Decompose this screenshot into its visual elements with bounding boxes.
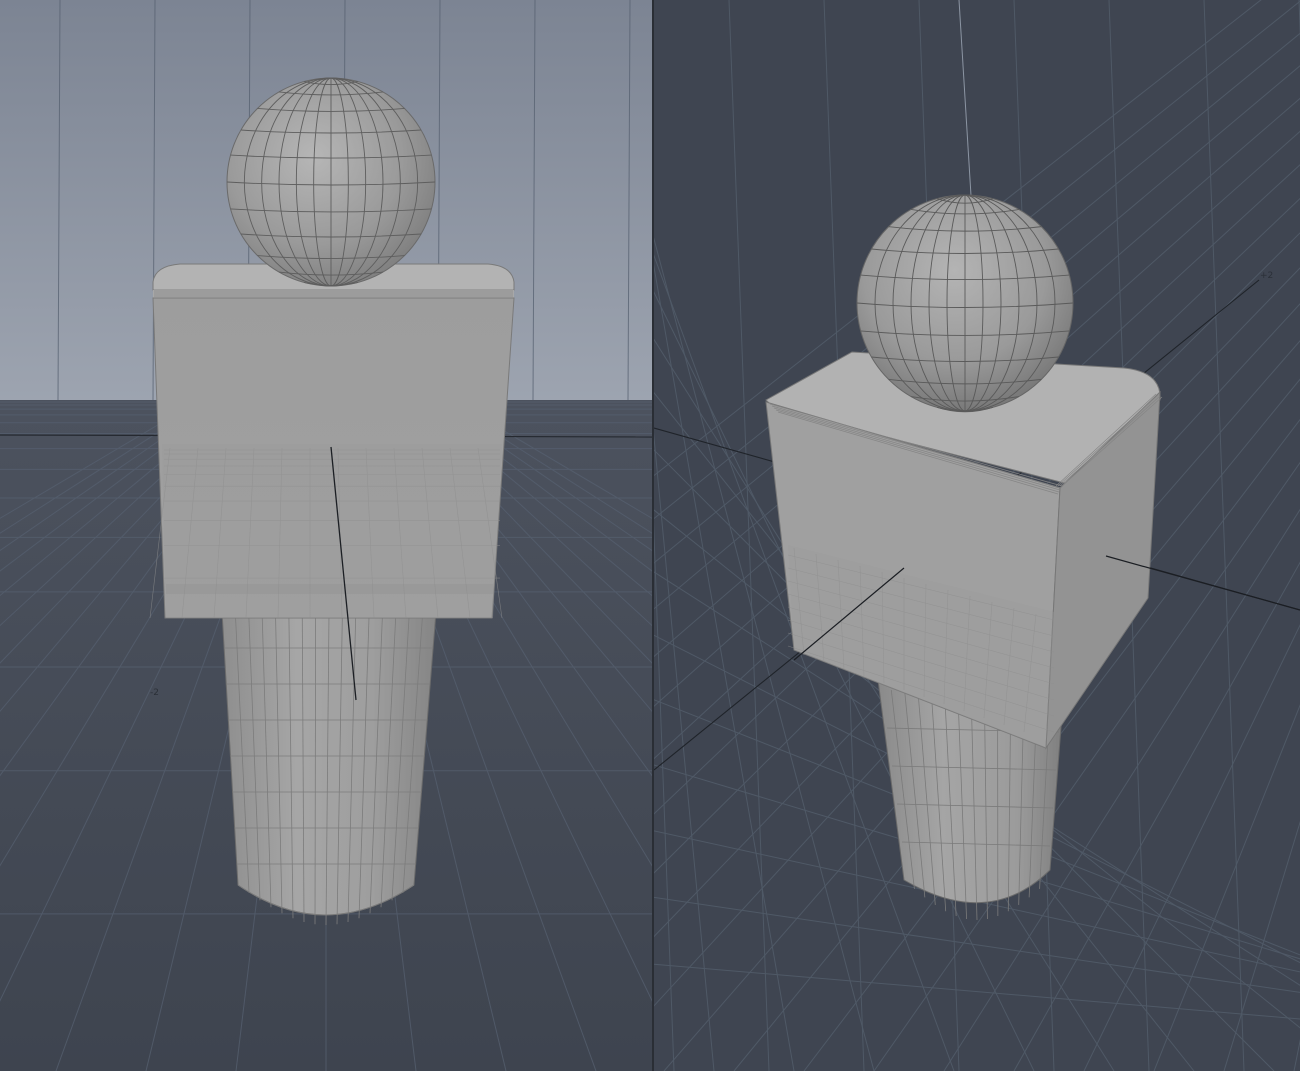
viewport-left-canvas[interactable]: -2 bbox=[0, 0, 652, 1071]
viewport-right-canvas[interactable]: +2 bbox=[654, 0, 1300, 1071]
viewport-left[interactable]: -2 bbox=[0, 0, 652, 1071]
sphere-head bbox=[856, 194, 1074, 413]
sphere-head bbox=[226, 77, 436, 287]
axis-label: -2 bbox=[150, 688, 159, 698]
viewport-container: -2 +2 bbox=[0, 0, 1300, 1071]
beveled-box-body bbox=[149, 263, 515, 619]
axis-label: +2 bbox=[1260, 271, 1273, 281]
cylinder-stem bbox=[221, 611, 437, 926]
viewport-right[interactable]: +2 bbox=[654, 0, 1300, 1071]
